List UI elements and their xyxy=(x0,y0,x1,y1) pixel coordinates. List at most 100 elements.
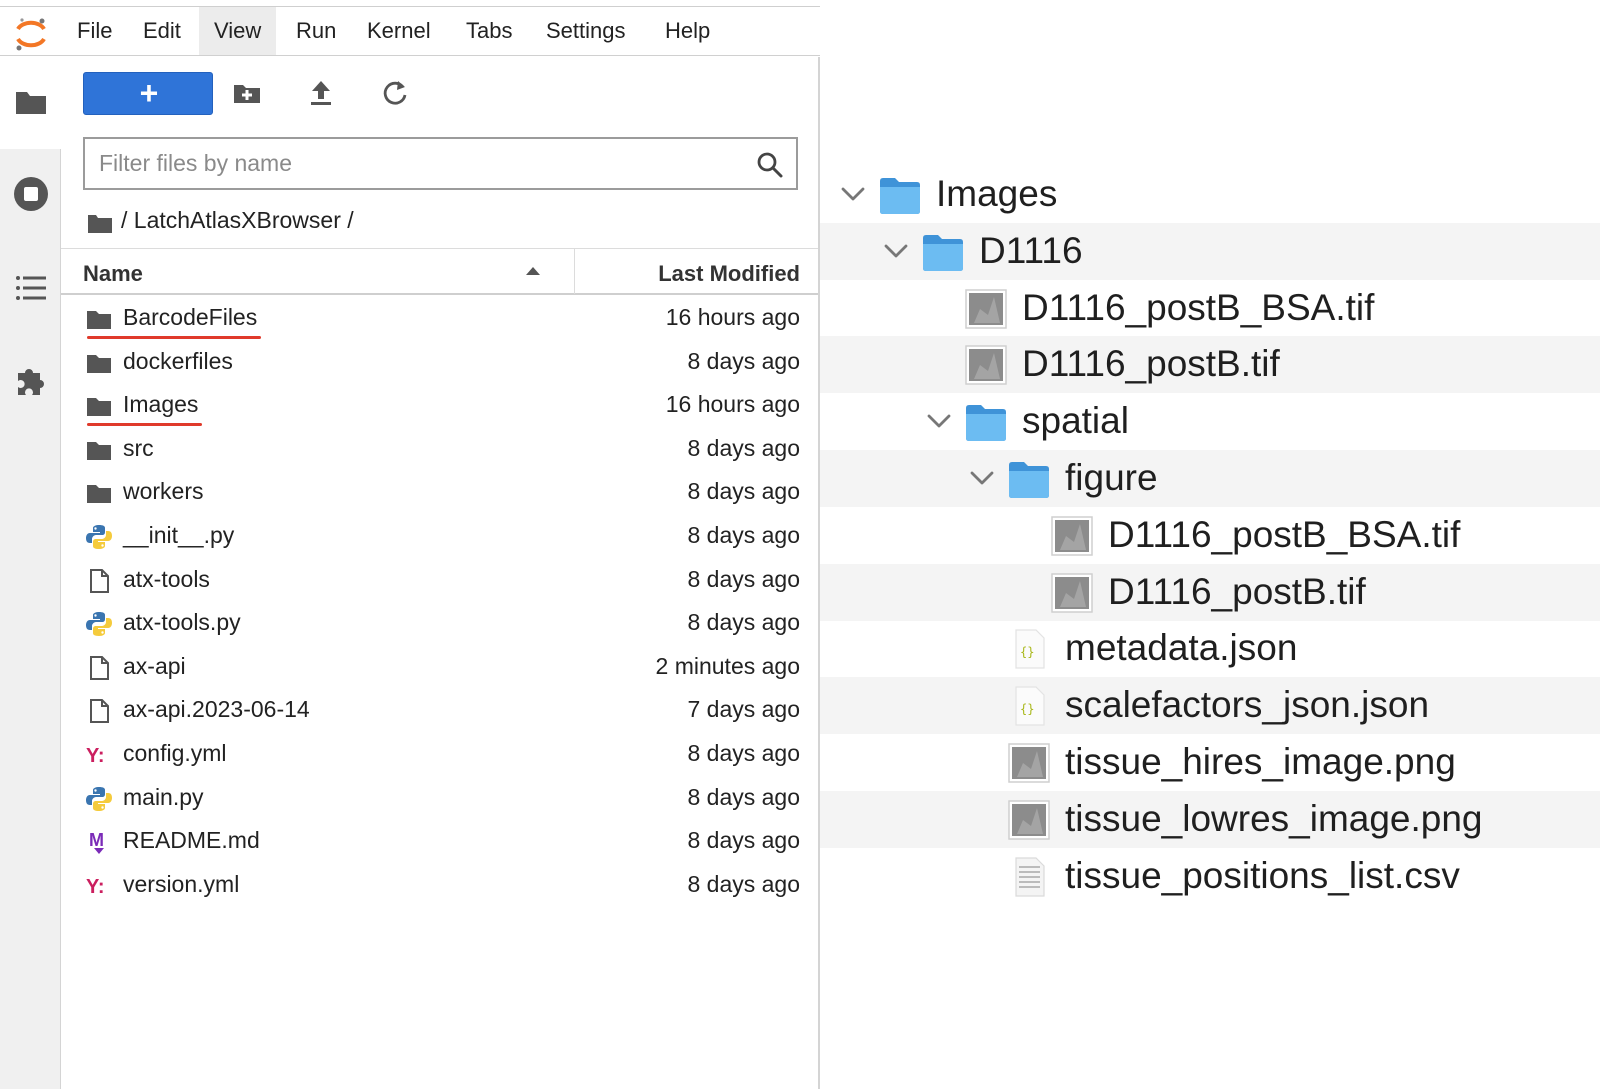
menu-file[interactable]: File xyxy=(62,7,127,55)
file-last-modified: 7 days ago xyxy=(687,696,800,723)
column-header-name[interactable]: Name xyxy=(83,261,143,287)
new-button-label: + xyxy=(139,75,159,111)
chevron-down-icon[interactable] xyxy=(840,184,866,204)
tree-item-label: figure xyxy=(1065,457,1158,498)
tree-item-label: tissue_positions_list.csv xyxy=(1065,854,1460,896)
file-row[interactable]: src 8 days ago xyxy=(61,428,818,472)
search-icon[interactable] xyxy=(756,151,784,179)
tree-item-label: D1116_postB.tif xyxy=(1108,570,1366,612)
file-row[interactable]: Y: version.yml 8 days ago xyxy=(61,864,818,908)
tree-row[interactable]: D1116_postB.tif xyxy=(820,563,1600,621)
chevron-down-icon[interactable] xyxy=(883,241,909,261)
folder-icon xyxy=(1007,459,1051,499)
file-row[interactable]: main.py 8 days ago xyxy=(61,777,818,821)
file-last-modified: 8 days ago xyxy=(687,609,800,636)
menu-edit[interactable]: Edit xyxy=(128,7,196,55)
menu-tabs[interactable]: Tabs xyxy=(451,7,527,55)
file-row[interactable]: BarcodeFiles 16 hours ago xyxy=(61,297,818,341)
json-file-icon: {} xyxy=(1007,629,1051,669)
tree-item-label: scalefactors_json.json xyxy=(1065,684,1430,726)
breadcrumb-folder-icon[interactable] xyxy=(87,212,113,234)
folder-icon[interactable] xyxy=(12,83,50,121)
file-last-modified: 8 days ago xyxy=(687,565,800,592)
tree-item-label: metadata.json xyxy=(1065,627,1298,669)
file-name: dockerfiles xyxy=(123,347,233,374)
image-file-icon xyxy=(1007,800,1051,840)
tree-item-label: D1116_postB.tif xyxy=(1022,343,1280,385)
file-row[interactable]: M README.md 8 days ago xyxy=(61,820,818,864)
tree-row[interactable]: tissue_lowres_image.png xyxy=(820,790,1600,848)
yaml-file-icon: Y: xyxy=(85,741,113,769)
file-name: __init__.py xyxy=(123,522,235,548)
tree-item-label: D1116 xyxy=(979,229,1083,271)
tree-row[interactable]: {} scalefactors_json.json xyxy=(820,677,1600,735)
tree-item-label: D1116_postB_BSA.tif xyxy=(1022,286,1375,328)
file-icon xyxy=(85,697,113,725)
new-folder-icon[interactable] xyxy=(231,77,263,109)
refresh-icon[interactable] xyxy=(379,77,411,109)
filter-files-box xyxy=(83,137,798,190)
file-row[interactable]: atx-tools.py 8 days ago xyxy=(61,602,818,646)
image-file-icon xyxy=(1050,516,1094,556)
folder-icon xyxy=(85,349,113,377)
jupyter-logo-icon[interactable] xyxy=(12,15,50,53)
file-row[interactable]: Y: config.yml 8 days ago xyxy=(61,733,818,777)
file-row[interactable]: atx-tools 8 days ago xyxy=(61,559,818,603)
upload-icon[interactable] xyxy=(305,77,337,109)
table-of-contents-icon[interactable] xyxy=(12,269,50,307)
tree-item-label: tissue_lowres_image.png xyxy=(1065,797,1483,839)
svg-text:Y:: Y: xyxy=(86,745,105,767)
file-name: ax-api xyxy=(123,652,186,679)
tree-row[interactable]: D1116_postB.tif xyxy=(820,336,1600,394)
sort-ascending-icon[interactable] xyxy=(526,267,540,275)
column-header-last-modified[interactable]: Last Modified xyxy=(658,261,800,287)
red-underline-annotation xyxy=(87,423,202,427)
file-last-modified: 8 days ago xyxy=(687,522,800,548)
tree-row[interactable]: spatial xyxy=(820,393,1600,450)
svg-text:{}: {} xyxy=(1020,702,1034,716)
file-row[interactable]: workers 8 days ago xyxy=(61,471,818,515)
chevron-down-icon[interactable] xyxy=(926,411,952,431)
menu-run[interactable]: Run xyxy=(281,7,351,55)
csv-file-icon xyxy=(1007,856,1051,897)
menu-help[interactable]: Help xyxy=(650,7,725,55)
file-last-modified: 8 days ago xyxy=(687,870,800,897)
file-row[interactable]: ax-api.2023-06-14 7 days ago xyxy=(61,689,818,733)
menu-view[interactable]: View xyxy=(199,7,277,55)
tree-row[interactable]: D1116_postB_BSA.tif xyxy=(820,507,1600,564)
yaml-file-icon: Y: xyxy=(85,872,113,900)
tree-row[interactable]: Images xyxy=(820,166,1600,223)
tree-row[interactable]: figure xyxy=(820,450,1600,507)
file-name: workers xyxy=(123,478,204,505)
tree-row[interactable]: tissue_hires_image.png xyxy=(820,734,1600,791)
file-name: atx-tools.py xyxy=(123,609,241,636)
file-row[interactable]: dockerfiles 8 days ago xyxy=(61,341,818,385)
file-list-header: Name Last Modified xyxy=(61,248,818,295)
file-name: version.yml xyxy=(123,870,240,897)
file-row[interactable]: __init__.py 8 days ago xyxy=(61,515,818,559)
file-last-modified: 8 days ago xyxy=(687,434,800,461)
tree-item-label: tissue_hires_image.png xyxy=(1065,741,1456,782)
tree-row[interactable]: tissue_positions_list.csv xyxy=(820,848,1600,905)
extensions-icon[interactable] xyxy=(12,361,50,399)
menu-kernel[interactable]: Kernel xyxy=(352,7,446,55)
file-row[interactable]: Images 16 hours ago xyxy=(61,384,818,428)
python-file-icon xyxy=(85,610,113,638)
tree-row[interactable]: D1116 xyxy=(820,222,1600,280)
file-icon xyxy=(85,567,113,595)
file-last-modified: 16 hours ago xyxy=(665,391,800,418)
svg-text:{}: {} xyxy=(1020,645,1034,659)
new-launcher-button[interactable]: + xyxy=(83,72,213,115)
menu-settings[interactable]: Settings xyxy=(531,7,641,55)
jupyterlab-window: File Edit View Run Kernel Tabs Settings Help + xyxy=(0,0,820,1089)
tree-row[interactable]: {} metadata.json xyxy=(820,620,1600,677)
file-row[interactable]: ax-api 2 minutes ago xyxy=(61,646,818,690)
running-icon[interactable] xyxy=(12,175,50,213)
filter-files-input[interactable] xyxy=(99,147,729,180)
tree-row[interactable]: D1116_postB_BSA.tif xyxy=(820,280,1600,337)
svg-text:Y:: Y: xyxy=(86,876,105,898)
chevron-down-icon[interactable] xyxy=(969,468,995,488)
column-divider[interactable] xyxy=(574,249,575,294)
breadcrumb-path[interactable]: / LatchAtlasXBrowser / xyxy=(121,207,354,234)
file-last-modified: 8 days ago xyxy=(687,478,800,505)
